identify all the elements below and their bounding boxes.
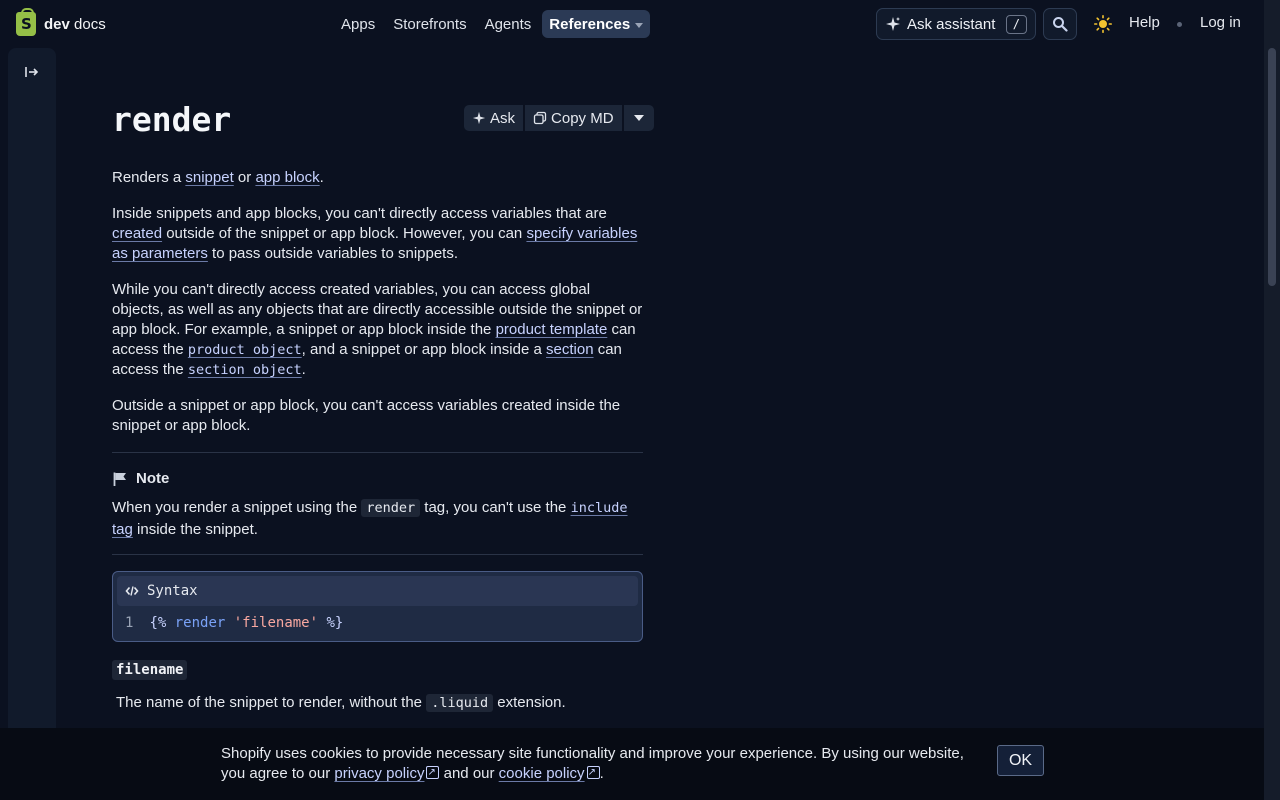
search-button[interactable] [1043,8,1077,40]
code-token: %} [326,615,344,631]
code-line: 1 {% render 'filename' %} [125,615,343,631]
syntax-code-block[interactable]: Syntax 1 {% render 'filename' %} [112,571,643,642]
line-number: 1 [125,615,134,631]
note-text: When you render a snippet using the rend… [112,499,628,538]
login-link[interactable]: Log in [1200,14,1241,31]
param-name: filename [112,660,188,680]
copy-md-label: Copy MD [551,109,614,127]
section-link[interactable]: section [546,341,594,358]
sidebar-rail [8,48,56,728]
code-block-header: Syntax [117,576,638,606]
product-template-link[interactable]: product template [496,321,608,338]
sparkle-icon [886,17,900,31]
ask-label: Ask [490,109,516,127]
top-navigation: dev docs Apps Storefronts Agents Referen… [0,0,1280,48]
external-link-icon [586,763,600,783]
note-heading: Note [112,470,169,487]
nav-storefronts[interactable]: Storefronts [386,10,473,38]
ask-assistant-label: Ask assistant [907,15,996,33]
cookie-banner: Shopify uses cookies to provide necessar… [0,728,1264,800]
code-icon [125,586,139,596]
search-icon [1053,17,1068,32]
global-objects-paragraph: While you can't directly access created … [112,281,643,378]
render-code: render [361,499,421,517]
param-description: The name of the snippet to render, witho… [116,694,566,712]
variables-paragraph: Inside snippets and app blocks, you can'… [112,205,638,262]
ask-assistant-button[interactable]: Ask assistant / [876,8,1036,40]
sun-icon[interactable] [1094,15,1112,33]
caret-down-icon [635,22,644,28]
caret-down-icon [633,115,644,121]
syntax-label: Syntax [147,583,198,599]
nav-references-label: References [549,15,631,33]
page-actions: Ask Copy MD [464,105,654,131]
code-token: render [174,615,226,631]
flag-icon [113,472,126,486]
nav-agents[interactable]: Agents [478,10,539,38]
section-object-link[interactable]: section object [188,361,302,378]
separator-dot [1177,22,1182,27]
help-link[interactable]: Help [1129,14,1160,31]
outside-snippet-paragraph: Outside a snippet or app block, you can'… [112,397,621,434]
cookie-policy-link[interactable]: cookie policy [499,763,600,783]
more-actions-button[interactable] [623,105,654,131]
privacy-policy-link[interactable]: privacy policy [334,763,440,783]
product-object-link[interactable]: product object [188,341,302,358]
code-token: {% [149,615,167,631]
cookie-text: Shopify uses cookies to provide necessar… [221,744,981,784]
sparkle-icon [472,111,486,125]
sidebar-toggle-icon[interactable] [24,64,40,80]
external-link-icon [426,763,440,783]
created-link[interactable]: created [112,225,162,242]
ask-button[interactable]: Ask [464,105,524,131]
cookie-ok-button[interactable]: OK [997,745,1044,776]
page-title: render [112,100,232,139]
page-scrollbar[interactable] [1264,0,1280,800]
scrollbar-thumb[interactable] [1268,48,1276,286]
snippet-link[interactable]: snippet [185,169,233,186]
nav-references[interactable]: References [542,10,651,38]
shopify-bag-icon [16,8,36,36]
app-block-link[interactable]: app block [255,169,319,186]
code-token: 'filename' [233,615,319,631]
main-nav: Apps Storefronts Agents References [334,10,651,38]
note-title: Note [136,470,170,487]
logo-text: dev docs [44,15,106,33]
shortcut-key: / [1005,14,1027,34]
copy-md-button[interactable]: Copy MD [525,105,622,131]
nav-apps[interactable]: Apps [334,10,382,38]
divider [112,554,643,555]
dev-docs-logo[interactable]: dev docs [16,8,106,36]
divider [112,452,643,453]
intro-paragraph: Renders a snippet or app block. [112,169,324,186]
copy-icon [533,111,547,125]
